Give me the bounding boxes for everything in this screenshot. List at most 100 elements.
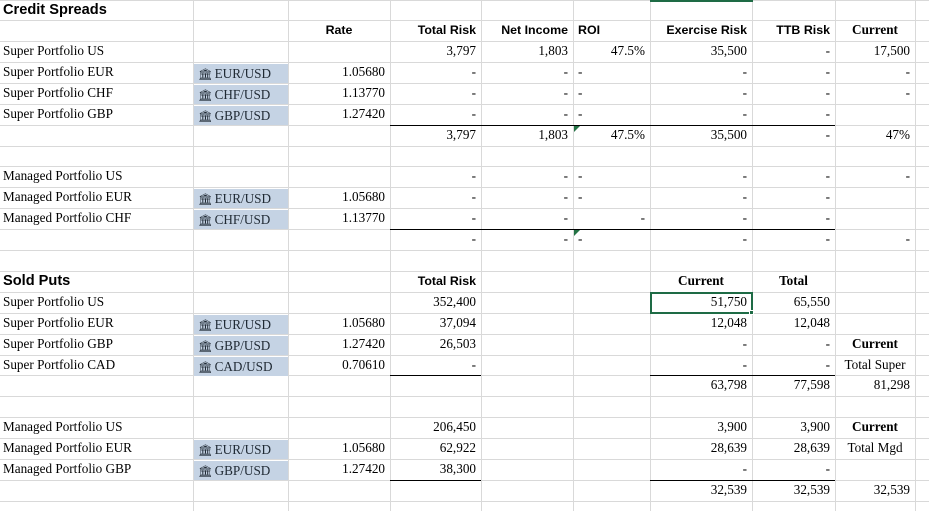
cell-total-net-income[interactable]: 1,803 (481, 125, 573, 146)
cell-total-exercise-risk[interactable]: 35,500 (650, 125, 752, 146)
cell-roi[interactable]: - (575, 62, 650, 83)
cell-current[interactable]: - (650, 459, 752, 480)
cell-current[interactable]: - (835, 83, 915, 104)
cell-total-roi[interactable]: 47.5% (573, 125, 650, 146)
cell-total-total[interactable]: 77,598 (752, 375, 835, 396)
cell-total-mgd[interactable]: 32,539 (835, 480, 915, 501)
cell-total-risk[interactable]: - (390, 62, 481, 83)
cell-ttb-risk[interactable]: - (752, 41, 835, 62)
cell-ttb-risk[interactable]: - (752, 83, 835, 104)
cell-rate[interactable]: 1.13770 (288, 83, 390, 104)
cell-roi[interactable]: - (575, 83, 650, 104)
cell-total-risk[interactable]: - (390, 187, 481, 208)
cell-ttb-risk[interactable]: - (752, 104, 835, 125)
cell-total-risk[interactable]: - (390, 208, 481, 229)
cell-exercise-risk[interactable]: - (650, 62, 752, 83)
cell-total[interactable]: - (752, 459, 835, 480)
cell-total-net-income[interactable]: - (481, 229, 573, 250)
fill-handle[interactable] (749, 310, 754, 315)
cell-current[interactable]: 28,639 (650, 438, 752, 459)
cell-total-risk[interactable]: 206,450 (390, 417, 481, 438)
cell-ttb-risk[interactable]: - (752, 208, 835, 229)
cell-exercise-risk[interactable]: - (650, 208, 752, 229)
cell-total-total[interactable]: 32,539 (752, 480, 835, 501)
cell-net-income[interactable]: - (481, 104, 573, 125)
cell-current[interactable]: - (835, 62, 915, 83)
cell-rate[interactable]: 1.05680 (288, 438, 390, 459)
cell-exercise-risk[interactable]: 35,500 (650, 41, 752, 62)
fx-pair-cell[interactable]: 🏛 EUR/USD (194, 440, 288, 459)
fx-pair-cell[interactable]: 🏛 EUR/USD (194, 189, 288, 208)
cell-total-current[interactable]: 63,798 (650, 375, 752, 396)
cell-roi[interactable]: - (573, 208, 650, 229)
cell-total[interactable]: 3,900 (752, 417, 835, 438)
cell-total-ttb-risk[interactable]: - (752, 125, 835, 146)
cell-rate[interactable]: 1.13770 (288, 208, 390, 229)
cell-current[interactable]: 51,750 (650, 292, 752, 313)
cell-rate[interactable]: 1.27420 (288, 459, 390, 480)
cell-rate[interactable]: 1.05680 (288, 187, 390, 208)
fx-pair-cell[interactable]: 🏛 EUR/USD (194, 64, 288, 83)
cell-current[interactable]: - (835, 166, 915, 187)
cell-rate[interactable]: 0.70610 (288, 355, 390, 376)
cell-total-current[interactable]: - (835, 229, 915, 250)
cell-current[interactable]: 17,500 (835, 41, 915, 62)
cell-net-income[interactable]: - (481, 187, 573, 208)
cell-rate[interactable]: 1.27420 (288, 104, 390, 125)
cell-total[interactable]: 28,639 (752, 438, 835, 459)
cell-net-income[interactable]: - (481, 62, 573, 83)
spreadsheet-grid[interactable]: Credit Spreads Rate Total Risk Net Incom… (0, 0, 929, 511)
cell-roi[interactable]: - (575, 166, 650, 187)
cell-total-risk[interactable]: 3,797 (390, 41, 481, 62)
cell-current[interactable]: - (650, 334, 752, 355)
cell-exercise-risk[interactable]: - (650, 83, 752, 104)
cell-roi[interactable]: 47.5% (573, 41, 650, 62)
cell-total[interactable]: 12,048 (752, 313, 835, 334)
cell-total-risk[interactable]: 37,094 (390, 313, 481, 334)
cell-total-risk[interactable]: 352,400 (390, 292, 481, 313)
cell-ttb-risk[interactable]: - (752, 166, 835, 187)
cell-roi[interactable]: - (575, 104, 650, 125)
cell-total[interactable]: - (752, 355, 835, 376)
cell-total-risk[interactable]: - (390, 355, 481, 376)
cell-total-risk[interactable]: - (390, 83, 481, 104)
cell-total-current[interactable]: 32,539 (650, 480, 752, 501)
cell-total[interactable]: 65,550 (752, 292, 835, 313)
cell-total-risk[interactable]: 38,300 (390, 459, 481, 480)
cell-exercise-risk[interactable]: - (650, 166, 752, 187)
cell-total-roi[interactable]: - (575, 229, 650, 250)
cell-current[interactable]: - (650, 355, 752, 376)
fx-pair-cell[interactable]: 🏛 GBP/USD (194, 336, 288, 355)
cell-net-income[interactable]: 1,803 (481, 41, 573, 62)
fx-pair-cell[interactable]: 🏛 CAD/USD (194, 357, 288, 376)
cell-ttb-risk[interactable]: - (752, 187, 835, 208)
cell-ttb-risk[interactable]: - (752, 62, 835, 83)
fx-pair-cell[interactable]: 🏛 CHF/USD (194, 210, 288, 229)
cell-total-exercise-risk[interactable]: - (650, 229, 752, 250)
cell-total-risk[interactable]: 62,922 (390, 438, 481, 459)
cell-total-ttb-risk[interactable]: - (752, 229, 835, 250)
fx-pair-cell[interactable]: 🏛 GBP/USD (194, 106, 288, 125)
cell-net-income[interactable]: - (481, 83, 573, 104)
cell-rate[interactable]: 1.27420 (288, 334, 390, 355)
cell-total[interactable]: - (752, 334, 835, 355)
cell-current[interactable]: 3,900 (650, 417, 752, 438)
cell-total-super[interactable]: 81,298 (835, 375, 915, 396)
cell-rate[interactable]: 1.05680 (288, 62, 390, 83)
cell-net-income[interactable]: - (481, 208, 573, 229)
fx-pair-cell[interactable]: 🏛 GBP/USD (194, 461, 288, 480)
fx-pair-cell[interactable]: 🏛 EUR/USD (194, 315, 288, 334)
cell-total-risk[interactable]: - (390, 166, 481, 187)
fx-pair-cell[interactable]: 🏛 CHF/USD (194, 85, 288, 104)
cell-total-risk[interactable]: 26,503 (390, 334, 481, 355)
cell-total-total-risk[interactable]: - (390, 229, 481, 250)
cell-rate[interactable]: 1.05680 (288, 313, 390, 334)
cell-total-risk[interactable]: - (390, 104, 481, 125)
cell-total-current[interactable]: 47% (835, 125, 915, 146)
cell-roi[interactable]: - (575, 187, 650, 208)
cell-total-total-risk[interactable]: 3,797 (390, 125, 481, 146)
cell-exercise-risk[interactable]: - (650, 187, 752, 208)
cell-net-income[interactable]: - (481, 166, 573, 187)
cell-exercise-risk[interactable]: - (650, 104, 752, 125)
cell-current[interactable]: 12,048 (650, 313, 752, 334)
